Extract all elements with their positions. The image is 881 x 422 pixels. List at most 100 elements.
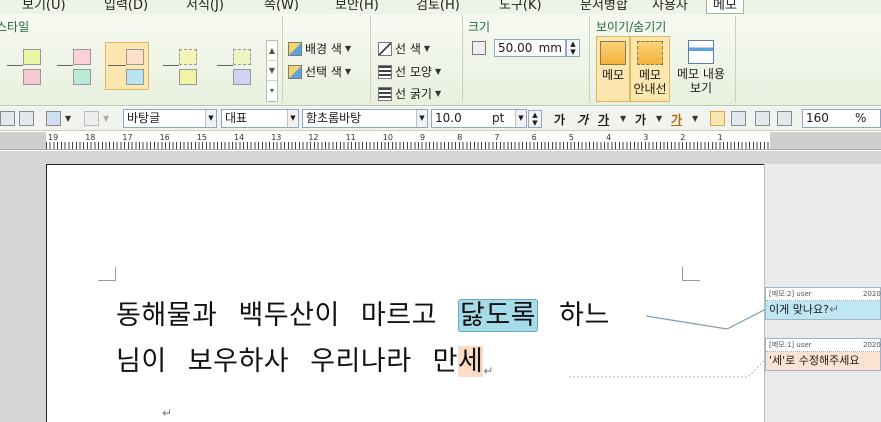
line-thickness-button[interactable]: 선 굵기 ▼ — [378, 85, 441, 102]
menu-security[interactable]: 보안(H) — [335, 0, 379, 13]
print-icon[interactable] — [0, 111, 15, 126]
ruler-label: 11 — [345, 133, 356, 142]
underline-dropdown-icon[interactable]: ▼ — [620, 114, 626, 123]
ruler-label: 9 — [420, 133, 426, 142]
memo-style-2[interactable] — [54, 42, 98, 90]
width-spinner[interactable]: ▲ ▼ — [566, 39, 580, 57]
menu-user[interactable]: 사용자 — [652, 0, 688, 13]
ruler-label: 5 — [568, 133, 574, 142]
memo-toggle-button[interactable]: 메모 — [596, 36, 630, 102]
align-left-icon[interactable] — [731, 111, 746, 126]
memo-date: 2020 — [863, 341, 881, 349]
bold-button[interactable]: 가 — [554, 111, 565, 128]
menu-mail-merge[interactable]: 문서병합 — [580, 0, 628, 13]
paragraph-style-select[interactable]: 바탕글 ▼ — [123, 109, 217, 128]
bg-color-button[interactable]: 배경 색 ▼ — [288, 40, 351, 57]
note-icon — [73, 49, 91, 65]
note-icon — [126, 69, 144, 85]
underline-button[interactable]: 가 — [598, 111, 609, 128]
redo-dropdown-icon[interactable]: ▼ — [103, 114, 109, 123]
ruler-margin-right — [770, 132, 881, 149]
group-separator — [589, 16, 590, 102]
memo-width-value: 50.00 — [498, 41, 533, 55]
size-group-title: 크기 — [468, 20, 491, 34]
memo-header: [메모:1] user 2020 — [766, 339, 881, 352]
pen-icon — [378, 41, 392, 56]
menu-tools[interactable]: 도구(K) — [499, 0, 542, 13]
note-icon — [23, 49, 41, 65]
memo-text-value: '세'로 수정해주세요 — [769, 354, 860, 367]
group-separator — [735, 16, 736, 102]
dropdown-arrow-icon: ▼ — [434, 67, 442, 76]
styles-group-title: 스타일 — [0, 20, 30, 34]
font-color-dropdown-icon[interactable]: ▼ — [692, 114, 698, 123]
chevron-down-icon: ▼ — [416, 110, 427, 127]
strike-dropdown-icon[interactable]: ▼ — [656, 114, 662, 123]
strikethrough-button[interactable]: 가 — [635, 111, 646, 128]
line-color-button[interactable]: 선 색 ▼ — [378, 40, 430, 57]
redo-icon[interactable] — [84, 111, 99, 126]
memo-content-view-button[interactable]: 메모 내용 보기 — [672, 36, 730, 102]
language-value: 대표 — [225, 111, 248, 125]
menu-insert[interactable]: 입력(D) — [104, 0, 148, 13]
ruler-label: 18 — [85, 133, 96, 142]
align-center-icon[interactable] — [755, 111, 770, 126]
font-size-spinner[interactable]: ▲ ▼ — [528, 110, 542, 128]
memo-icon — [600, 41, 626, 65]
memo-card[interactable]: [메모:1] user 2020 '세'로 수정해주세요 — [765, 338, 881, 371]
line-shape-button[interactable]: 선 모양 ▼ — [378, 63, 441, 80]
ruler-label: 7 — [494, 133, 500, 142]
scroll-up-icon[interactable]: ▲ — [267, 41, 277, 61]
select-fill-icon — [288, 64, 302, 79]
style-gallery-scroll[interactable]: ▲ ▼ ▾ — [266, 40, 278, 102]
dropdown-arrow-icon: ▼ — [344, 67, 352, 76]
document-canvas[interactable]: 동해물과 백두산이 마르고 닳도록 하느 님이 보우하사 우리나라 만세↵ ↵ … — [0, 151, 881, 422]
line-spacing-value: 160 — [806, 111, 829, 125]
horizontal-ruler[interactable]: 19 18 17 16 15 14 13 12 11 10 9 8 7 6 5 4 3 2 1 — [0, 132, 881, 150]
memo-author: [메모:2] user — [769, 290, 812, 298]
memo-width-input[interactable]: 50.00 mm — [494, 39, 566, 57]
memo-card[interactable]: [메모:2] user 2020 이게 맞나요?↵ — [765, 287, 881, 320]
line-spacing-select[interactable]: 160 % — [802, 109, 881, 128]
font-size-select[interactable]: 10.0 pt ▼ — [431, 109, 527, 128]
align-justify-icon[interactable] — [710, 111, 725, 126]
menu-review[interactable]: 검토(H) — [416, 0, 460, 13]
ruler-label: 10 — [382, 133, 393, 142]
select-color-button[interactable]: 선택 색 ▼ — [288, 63, 351, 80]
ruler-label: 15 — [196, 133, 207, 142]
undo-icon[interactable] — [46, 111, 61, 126]
chevron-down-icon: ▼ — [205, 110, 216, 127]
undo-dropdown-icon[interactable]: ▼ — [65, 114, 71, 123]
preview-icon[interactable] — [19, 111, 34, 126]
group-separator — [462, 16, 463, 102]
menu-format[interactable]: 서식(J) — [186, 0, 224, 13]
language-select[interactable]: 대표 ▼ — [221, 109, 299, 128]
memo-text[interactable]: 이게 맞나요?↵ — [766, 301, 880, 319]
memo-guide-label-2: 안내선 — [633, 82, 667, 96]
ruler-label: 3 — [643, 133, 649, 142]
memo-text[interactable]: '세'로 수정해주세요 — [766, 352, 880, 370]
line-thickness-label: 선 굵기 — [395, 87, 432, 101]
italic-button[interactable]: 가 — [577, 111, 588, 128]
memo-style-5[interactable] — [214, 42, 258, 90]
font-color-button[interactable]: 가 — [671, 111, 682, 128]
memo-width-unit: mm — [538, 41, 562, 55]
menu-page[interactable]: 쪽(W) — [264, 0, 299, 13]
memo-date: 2020 — [863, 290, 881, 298]
memo-style-4[interactable] — [160, 42, 204, 90]
memo-style-1[interactable] — [4, 42, 48, 90]
memo-toggle-label: 메모 — [601, 68, 625, 82]
align-right-icon[interactable] — [777, 111, 792, 126]
ruler-label: 17 — [122, 133, 133, 142]
memo-style-3[interactable] — [105, 42, 149, 90]
chevron-down-icon: ▼ — [287, 110, 298, 127]
menu-memo[interactable]: 메모 — [706, 0, 744, 14]
memo-guide-button[interactable]: 메모 안내선 — [630, 36, 670, 102]
gallery-more-icon[interactable]: ▾ — [267, 81, 277, 101]
line-shape-icon — [378, 64, 392, 79]
group-separator — [282, 16, 283, 102]
scroll-down-icon[interactable]: ▼ — [267, 61, 277, 81]
menu-view[interactable]: 보기(U) — [22, 0, 66, 13]
memo-author: [메모:1] user — [769, 341, 812, 349]
font-select[interactable]: 함초롬바탕 ▼ — [302, 109, 428, 128]
